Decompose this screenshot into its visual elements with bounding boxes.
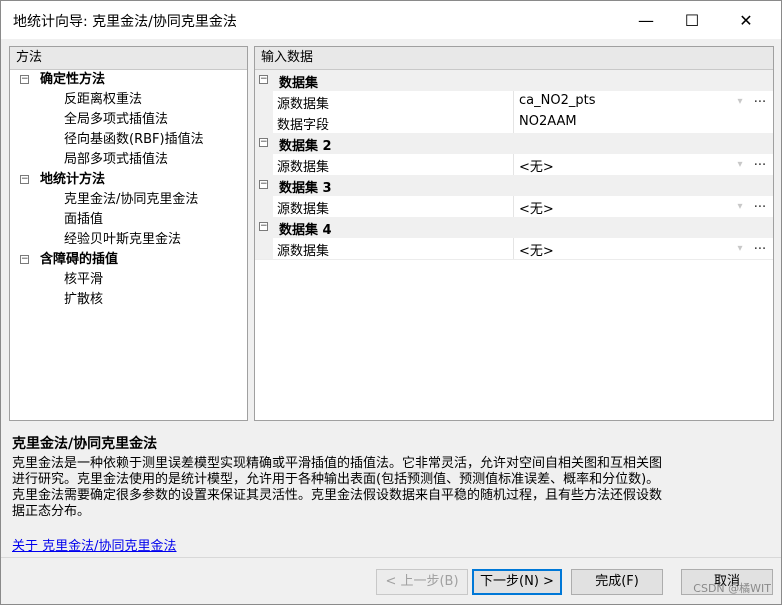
title-bar: 地统计向导: 克里金法/协同克里金法 — ☐ ✕ <box>1 1 781 39</box>
category-label: 数据集 2 <box>279 139 332 154</box>
category-dataset-2[interactable]: − 数据集 2 <box>255 133 773 154</box>
methods-header: 方法 <box>10 47 247 70</box>
column-divider <box>513 91 514 112</box>
description-line: 克里金法是一种依赖于测里误差模型实现精确或平滑插值的插值法。它非常灵活，允许对空… <box>12 456 663 471</box>
collapse-icon[interactable]: − <box>259 75 268 84</box>
input-data-header: 输入数据 <box>255 47 773 70</box>
property-name: 源数据集 <box>277 160 330 175</box>
tree-item-label: 全局多项式插值法 <box>64 112 169 127</box>
property-row[interactable]: 源数据集 ca_NO2_pts ▾ ... <box>255 91 773 113</box>
window-title: 地统计向导: 克里金法/协同克里金法 <box>13 14 237 30</box>
minimize-button[interactable]: — <box>623 1 669 39</box>
description-line: 进行研究。克里金法使用的是统计模型，允许用于各种输出表面(包括预测值、预测值标准… <box>12 472 660 487</box>
maximize-button[interactable]: ☐ <box>669 1 715 39</box>
back-button[interactable]: < 上一步(B) <box>376 569 468 595</box>
tree-item-label: 局部多项式插值法 <box>64 152 169 167</box>
browse-button[interactable]: ... <box>751 238 769 256</box>
description-text: 克里金法是一种依赖于测里误差模型实现精确或平滑插值的插值法。它非常灵活，允许对空… <box>12 456 772 520</box>
tree-item-label: 反距离权重法 <box>64 92 143 107</box>
collapse-icon[interactable]: − <box>259 222 268 231</box>
tree-group-deterministic[interactable]: − 确定性方法 <box>10 70 247 90</box>
tree-item-label: 扩散核 <box>64 292 104 307</box>
category-label: 数据集 4 <box>279 223 332 238</box>
tree-group-label: 含障碍的插值 <box>40 252 119 267</box>
property-name: 数据字段 <box>277 118 330 133</box>
tree-item-label: 经验贝叶斯克里金法 <box>64 232 182 247</box>
description-line: 克里金法需要确定很多参数的设置来保证其灵活性。克里金法假设数据来自平稳的随机过程… <box>12 488 663 503</box>
tree-group-geostatistical[interactable]: − 地统计方法 <box>10 170 247 190</box>
collapse-icon[interactable]: − <box>20 255 29 264</box>
category-label: 数据集 3 <box>279 181 332 196</box>
property-value[interactable]: <无> <box>519 156 554 175</box>
tree-group-label: 地统计方法 <box>40 172 106 187</box>
tree-item-label: 径向基函数(RBF)插值法 <box>64 132 204 147</box>
finish-button[interactable]: 完成(F) <box>571 569 663 595</box>
property-name: 源数据集 <box>277 202 330 217</box>
category-dataset-1[interactable]: − 数据集 <box>255 70 773 91</box>
collapse-icon[interactable]: − <box>20 175 29 184</box>
watermark: CSDN @橘WIT <box>693 582 771 595</box>
property-row[interactable]: 源数据集 <无> ▾ ... <box>255 154 773 176</box>
dropdown-arrow-icon[interactable]: ▾ <box>733 95 747 109</box>
browse-button[interactable]: ... <box>751 154 769 172</box>
property-value[interactable]: ca_NO2_pts <box>519 93 595 108</box>
property-row[interactable]: 数据字段 NO2AAM <box>255 112 773 134</box>
dropdown-arrow-icon[interactable]: ▾ <box>733 158 747 172</box>
category-label: 数据集 <box>279 76 319 91</box>
browse-button[interactable]: ... <box>751 91 769 109</box>
tree-group-label: 确定性方法 <box>40 72 106 87</box>
property-name: 源数据集 <box>277 244 330 259</box>
footer-divider <box>1 557 781 558</box>
category-dataset-4[interactable]: − 数据集 4 <box>255 217 773 238</box>
next-button[interactable]: 下一步(N) > <box>472 569 562 595</box>
browse-button[interactable]: ... <box>751 196 769 214</box>
property-row[interactable]: 源数据集 <无> ▾ ... <box>255 238 773 260</box>
property-value[interactable]: <无> <box>519 198 554 217</box>
row-gutter <box>255 91 273 112</box>
category-dataset-3[interactable]: − 数据集 3 <box>255 175 773 196</box>
property-name: 源数据集 <box>277 97 330 112</box>
dropdown-arrow-icon[interactable]: ▾ <box>733 200 747 214</box>
property-value[interactable]: <无> <box>519 240 554 259</box>
dropdown-arrow-icon[interactable]: ▾ <box>733 242 747 256</box>
help-link[interactable]: 关于 克里金法/协同克里金法 <box>12 535 177 554</box>
column-divider <box>513 154 514 175</box>
description-title: 克里金法/协同克里金法 <box>12 436 158 452</box>
tree-item-label: 核平滑 <box>64 272 104 287</box>
input-data-pane: 输入数据 − 数据集 源数据集 ca_NO2_pts ▾ ... 数据字段 NO… <box>254 46 774 421</box>
row-gutter <box>255 154 273 175</box>
wizard-window: 地统计向导: 克里金法/协同克里金法 — ☐ ✕ 方法 − 确定性方法 反距离权… <box>0 0 782 605</box>
collapse-icon[interactable]: − <box>259 138 268 147</box>
tree-item-label: 面插值 <box>64 212 104 227</box>
property-row[interactable]: 源数据集 <无> ▾ ... <box>255 196 773 218</box>
row-gutter <box>255 196 273 217</box>
column-divider <box>513 112 514 133</box>
collapse-icon[interactable]: − <box>259 180 268 189</box>
tree-group-barriers[interactable]: − 含障碍的插值 <box>10 250 247 270</box>
tree-item-label: 克里金法/协同克里金法 <box>64 190 199 210</box>
row-gutter <box>255 112 273 133</box>
collapse-icon[interactable]: − <box>20 75 29 84</box>
row-gutter <box>255 238 273 259</box>
property-value[interactable]: NO2AAM <box>519 114 577 129</box>
column-divider <box>513 238 514 259</box>
methods-pane: 方法 − 确定性方法 反距离权重法 全局多项式插值法 径向基函数(RBF)插值法… <box>9 46 248 421</box>
close-button[interactable]: ✕ <box>723 1 769 39</box>
column-divider <box>513 196 514 217</box>
description-line: 据正态分布。 <box>12 504 91 519</box>
